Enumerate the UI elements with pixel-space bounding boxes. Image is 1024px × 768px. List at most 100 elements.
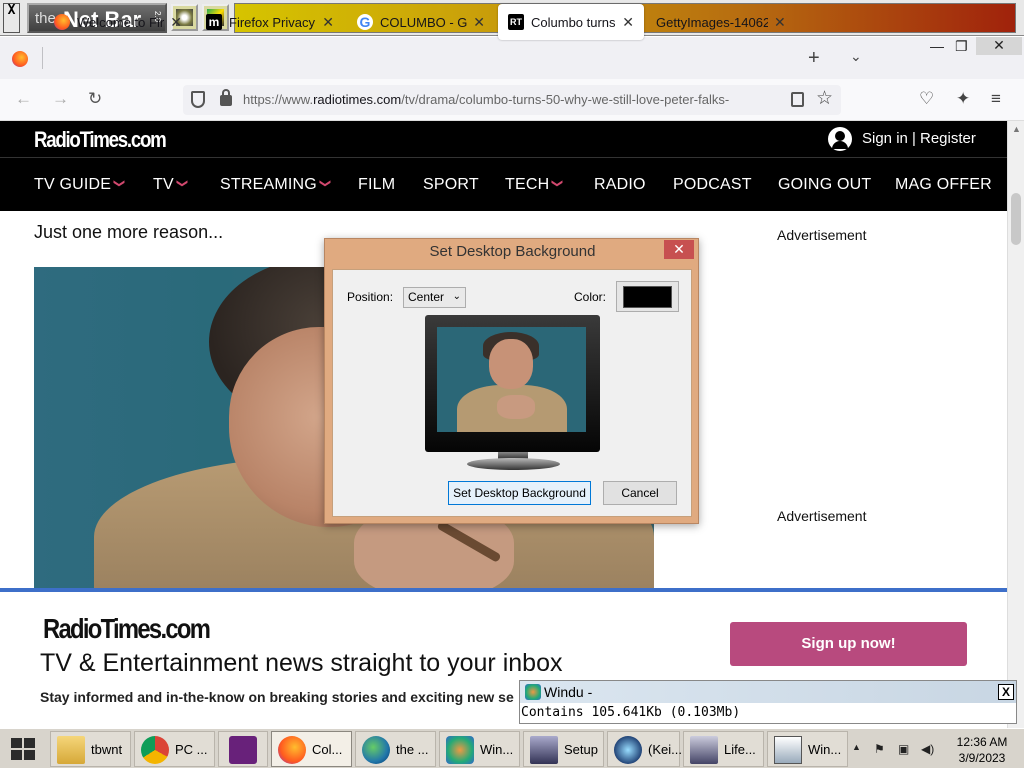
tab-close-icon[interactable]: ✕ bbox=[322, 14, 334, 31]
tab-getty-image[interactable]: GettyImages-1406262 ✕ bbox=[648, 4, 798, 40]
netbar-close-button[interactable]: X bbox=[3, 3, 20, 33]
list-all-tabs-button[interactable]: ⌄ bbox=[850, 48, 862, 65]
window-minimize-button[interactable]: — bbox=[930, 38, 944, 54]
nav-mag-offer[interactable]: MAG OFFER bbox=[895, 176, 992, 194]
new-tab-button[interactable]: + bbox=[808, 47, 820, 70]
taskbar-item-tbwnt[interactable]: tbwnt bbox=[50, 731, 131, 767]
windu-titlebar[interactable]: Windu - X bbox=[520, 681, 1016, 703]
firefox-view-icon[interactable] bbox=[12, 51, 28, 67]
taskbar-item-visual-studio[interactable] bbox=[218, 731, 268, 767]
site-nav: TV GUIDE ❯ TV ❯ STREAMING ❯ FILM SPORT TECH… bbox=[0, 157, 1007, 211]
tab-columbo-turns-50[interactable]: RT Columbo turns 50 ✕ bbox=[498, 4, 644, 40]
user-avatar-icon[interactable] bbox=[828, 127, 852, 151]
chevron-down-icon: ❯ bbox=[551, 178, 564, 189]
tab-columbo-google[interactable]: G COLUMBO - Google ✕ bbox=[347, 4, 495, 40]
bookmark-star-icon[interactable]: ☆ bbox=[816, 87, 833, 110]
windu-app-icon bbox=[525, 684, 541, 700]
start-button[interactable] bbox=[0, 729, 47, 768]
taskbar-item-firefox[interactable]: Col... bbox=[271, 731, 352, 767]
url-bar[interactable]: https://www.radiotimes.com/tv/drama/colu… bbox=[183, 85, 841, 115]
tab-firefox-privacy[interactable]: m Firefox Privacy Notice ✕ bbox=[196, 4, 344, 40]
tab-label: COLUMBO - Google bbox=[380, 14, 468, 30]
window-close-button[interactable]: ✕ bbox=[976, 37, 1022, 55]
windows-logo-icon bbox=[11, 738, 22, 748]
tracking-shield-icon[interactable] bbox=[191, 91, 205, 108]
url-text[interactable]: https://www.radiotimes.com/tv/drama/colu… bbox=[243, 92, 783, 107]
nav-radio[interactable]: RADIO bbox=[594, 176, 646, 194]
medium-m-icon: m bbox=[206, 14, 222, 30]
scroll-up-icon[interactable]: ▲ bbox=[1012, 124, 1021, 134]
header-separator: | bbox=[912, 130, 916, 147]
volume-icon[interactable]: ◀) bbox=[921, 742, 934, 756]
tray-overflow-icon[interactable]: ▲ bbox=[852, 742, 861, 752]
pocket-icon[interactable]: ♡ bbox=[919, 89, 934, 109]
forward-button[interactable]: → bbox=[52, 89, 69, 109]
color-label: Color: bbox=[574, 290, 607, 304]
taskbar-item-setup[interactable]: Setup bbox=[523, 731, 604, 767]
window-restore-button[interactable]: ❐ bbox=[955, 38, 968, 55]
taskbar-item-chrome[interactable]: PC ... bbox=[134, 731, 215, 767]
firefox-icon bbox=[278, 736, 306, 764]
tab-close-icon[interactable]: ✕ bbox=[170, 14, 182, 31]
nav-tv-guide[interactable]: TV GUIDE ❯ bbox=[34, 176, 125, 194]
chevron-down-icon: ⌄ bbox=[452, 291, 461, 302]
nav-film[interactable]: FILM bbox=[358, 176, 395, 194]
nav-going-out[interactable]: GOING OUT bbox=[778, 176, 871, 194]
sign-in-link[interactable]: Sign in bbox=[862, 130, 908, 147]
lock-icon[interactable] bbox=[220, 89, 232, 106]
tab-label: Columbo turns 50 bbox=[531, 14, 616, 30]
dialog-title: Set Desktop Background bbox=[429, 243, 596, 260]
tab-close-icon[interactable]: ✕ bbox=[473, 14, 485, 31]
visual-studio-icon bbox=[229, 736, 257, 764]
nav-podcast[interactable]: PODCAST bbox=[673, 176, 752, 194]
windu-close-button[interactable]: X bbox=[998, 684, 1014, 700]
clock[interactable]: 12:36 AM 3/9/2023 bbox=[952, 734, 1012, 766]
tab-welcome-firefox[interactable]: Welcome to Firefox ✕ bbox=[44, 4, 192, 40]
clock-date: 3/9/2023 bbox=[958, 751, 1006, 765]
taskbar-item-kei[interactable]: (Kei... bbox=[607, 731, 682, 767]
nav-streaming[interactable]: STREAMING ❯ bbox=[220, 176, 332, 194]
register-link[interactable]: Register bbox=[920, 130, 976, 147]
scrollbar-thumb[interactable] bbox=[1011, 193, 1021, 245]
newsletter-logo: RadioTimes.com bbox=[43, 613, 211, 644]
google-g-icon: G bbox=[357, 14, 373, 30]
set-desktop-background-dialog: Set Desktop Background ✕ Position: Cente… bbox=[324, 238, 699, 524]
windu-title: Windu - bbox=[544, 684, 593, 700]
cancel-button[interactable]: Cancel bbox=[603, 481, 677, 505]
taskbar-item-netbar[interactable]: the ... bbox=[355, 731, 436, 767]
taskbar-item-life[interactable]: Life... bbox=[683, 731, 764, 767]
tab-separator bbox=[42, 47, 43, 69]
tab-strip bbox=[0, 37, 1024, 79]
action-center-flag-icon[interactable]: ⚑ bbox=[874, 742, 885, 756]
firefox-icon bbox=[54, 14, 70, 30]
network-icon[interactable]: ▣ bbox=[898, 742, 909, 756]
taskbar-item-win-1[interactable]: Win... bbox=[439, 731, 520, 767]
globe-icon bbox=[362, 736, 390, 764]
chrome-icon bbox=[141, 736, 169, 764]
dialog-close-button[interactable]: ✕ bbox=[664, 240, 694, 259]
site-logo[interactable]: RadioTimes.com bbox=[34, 127, 167, 153]
position-select[interactable]: Center ⌄ bbox=[403, 287, 466, 308]
app-menu-icon[interactable]: ≡ bbox=[991, 89, 1001, 109]
taskbar: tbwnt PC ... Col... the ... Win... Setup bbox=[0, 728, 1024, 768]
page-scrollbar[interactable]: ▲ bbox=[1007, 121, 1024, 728]
newsletter-title: TV & Entertainment news straight to your… bbox=[40, 649, 563, 677]
nav-tech[interactable]: TECH ❯ bbox=[505, 176, 564, 194]
sign-up-button[interactable]: Sign up now! bbox=[730, 622, 967, 666]
site-header: RadioTimes.com Sign in | Register bbox=[0, 121, 1007, 157]
tab-close-icon[interactable]: ✕ bbox=[622, 14, 634, 31]
reader-view-icon[interactable] bbox=[791, 92, 804, 107]
color-picker-button[interactable] bbox=[616, 281, 679, 312]
radiotimes-rt-icon: RT bbox=[508, 14, 524, 30]
window-app-icon bbox=[774, 736, 802, 764]
tab-close-icon[interactable]: ✕ bbox=[774, 14, 786, 31]
taskbar-item-win-2[interactable]: Win... bbox=[767, 731, 848, 767]
windu-popup: Windu - X Contains 105.641Kb (0.103Mb) bbox=[519, 680, 1017, 724]
chevron-down-icon: ❯ bbox=[319, 178, 332, 189]
extensions-icon[interactable]: ✦ bbox=[956, 89, 970, 109]
nav-tv[interactable]: TV ❯ bbox=[153, 176, 188, 194]
back-button[interactable]: ← bbox=[15, 89, 32, 109]
reload-button[interactable]: ↻ bbox=[88, 89, 102, 109]
nav-sport[interactable]: SPORT bbox=[423, 176, 479, 194]
set-desktop-background-button[interactable]: Set Desktop Background bbox=[448, 481, 591, 505]
